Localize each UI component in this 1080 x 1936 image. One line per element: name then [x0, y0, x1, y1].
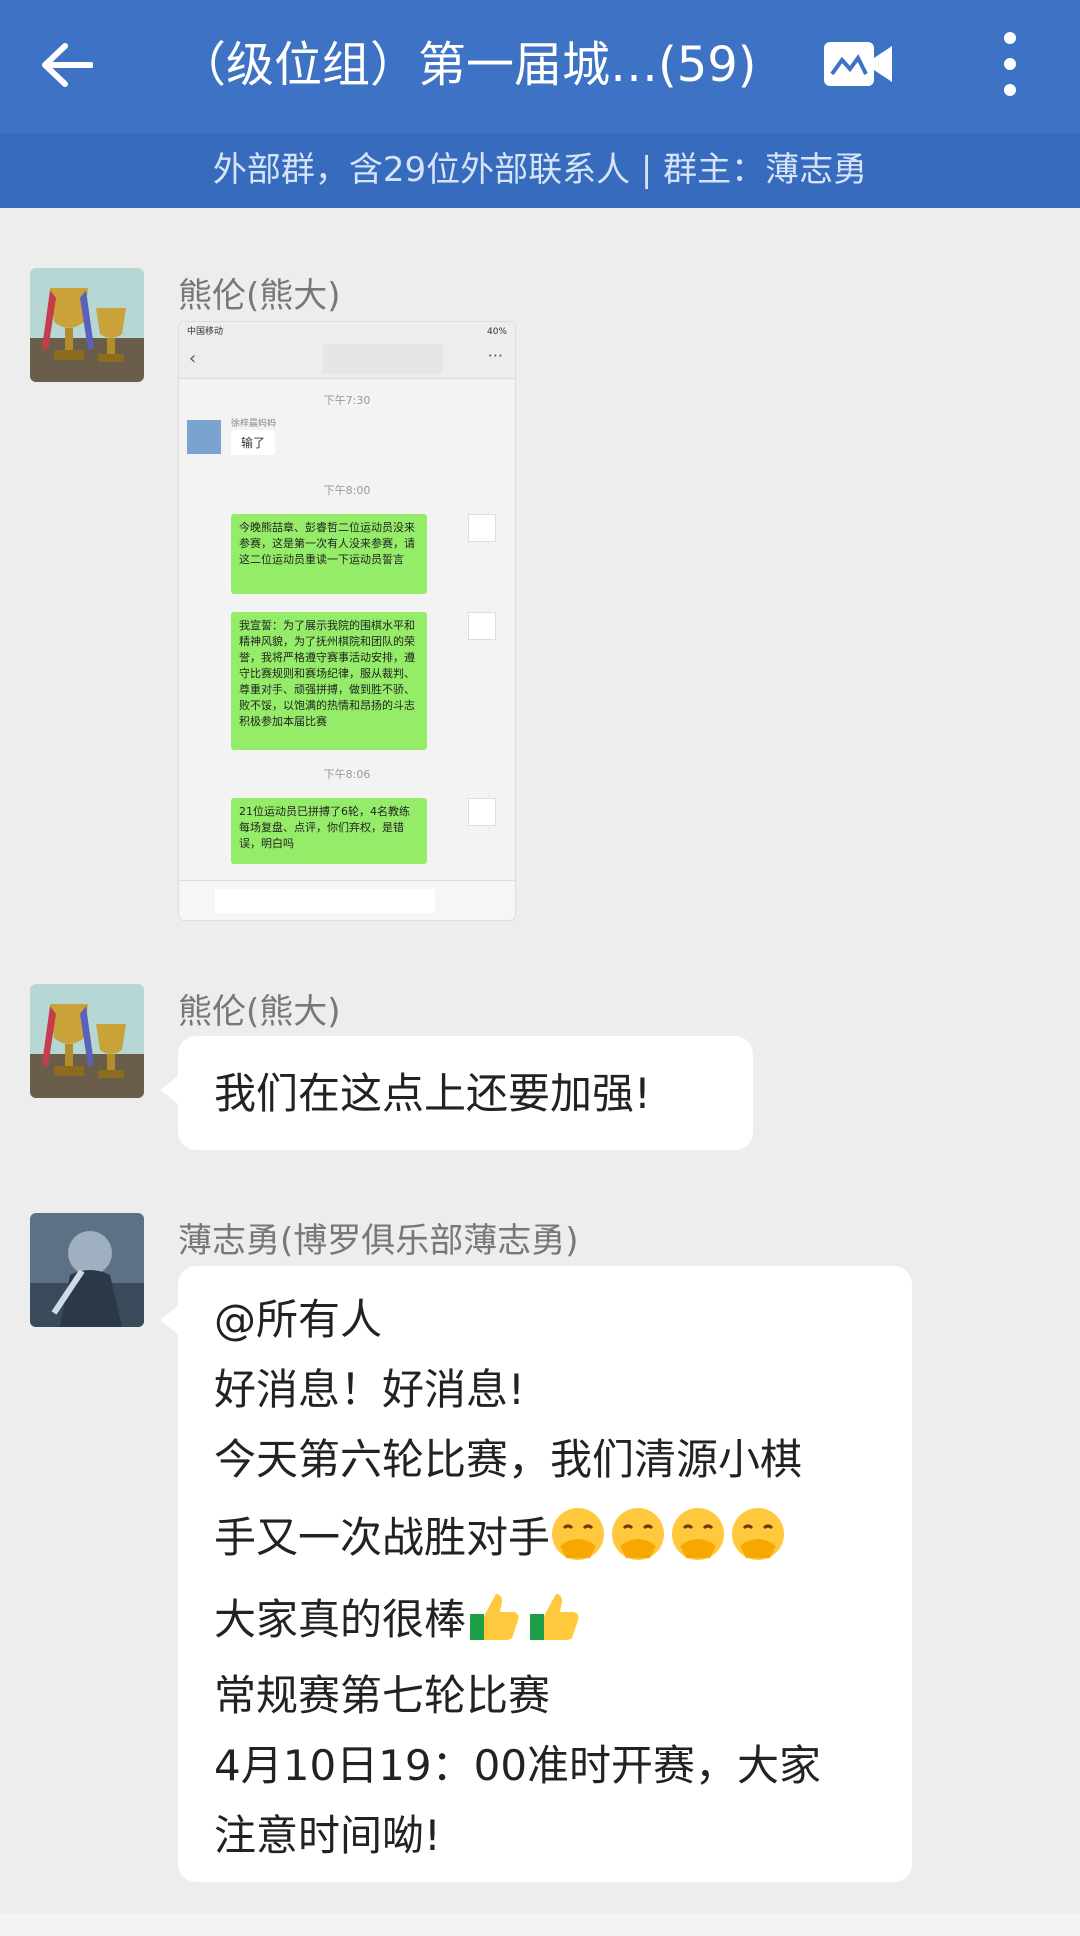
sender-name: 熊伦(熊大): [178, 276, 341, 316]
top-bar: （级位组）第一届城…(59): [0, 0, 1080, 133]
message-text: 好消息！好消息!: [214, 1365, 525, 1414]
screenshot-input-bar: [179, 880, 515, 920]
screenshot-self-avatar: [468, 612, 496, 640]
screenshot-self-avatar: [468, 798, 496, 826]
screenshot-more-icon: ···: [487, 346, 503, 365]
message-text: 常规赛第七轮比赛: [214, 1671, 551, 1720]
avatar-trophy[interactable]: [30, 268, 144, 382]
group-info-bar[interactable]: 外部群，含29位外部联系人 | 群主：薄志勇: [0, 133, 1080, 208]
back-arrow-icon[interactable]: [36, 34, 98, 96]
bottom-edge: [0, 1914, 1080, 1936]
screenshot-back-icon: ‹: [189, 348, 197, 369]
video-call-icon[interactable]: [822, 36, 896, 92]
avatar-knight[interactable]: [30, 1213, 144, 1327]
screenshot-self-avatar: [468, 514, 496, 542]
thumbs-up-emoji: [526, 1588, 582, 1644]
message-text: @所有人: [214, 1295, 383, 1344]
message-text: 4月10日19：00准时开赛，大家: [214, 1741, 822, 1790]
message-text: 手又一次战胜对手: [214, 1513, 551, 1562]
chat-title: （级位组）第一届城…(59): [178, 37, 757, 93]
blurred-title: [323, 344, 443, 374]
hand-over-mouth-emoji: [550, 1506, 606, 1562]
thumbs-up-emoji: [466, 1588, 522, 1644]
message-bubble[interactable]: 我们在这点上还要加强!: [160, 1036, 753, 1150]
more-vertical-icon[interactable]: [990, 28, 1030, 100]
screenshot-avatar: [187, 420, 221, 454]
chat-screenshot-image[interactable]: 中国移动 40% ‹ ··· 下午7:30 徐梓晨妈妈 输了 下午8:00 今晚熊…: [178, 321, 516, 921]
screenshot-nav: ‹ ···: [179, 342, 515, 379]
message-text: 注意时间呦!: [214, 1811, 441, 1860]
message-bubble[interactable]: @所有人 好消息！好消息! 今天第六轮比赛，我们清源小棋 手又一次战胜对手 大家…: [160, 1266, 912, 1882]
sender-name: 熊伦(熊大): [178, 992, 341, 1032]
message-text: 我们在这点上还要加强!: [214, 1069, 651, 1118]
hand-over-mouth-emoji: [730, 1506, 786, 1562]
sender-name: 薄志勇(博罗俱乐部薄志勇): [178, 1221, 579, 1261]
hand-over-mouth-emoji: [610, 1506, 666, 1562]
message-text: 大家真的很棒: [214, 1595, 467, 1644]
message-text: 今天第六轮比赛，我们清源小棋: [214, 1435, 803, 1484]
screenshot-status-bar: 中国移动 40%: [179, 322, 515, 342]
avatar-trophy[interactable]: [30, 984, 144, 1098]
hand-over-mouth-emoji: [670, 1506, 726, 1562]
